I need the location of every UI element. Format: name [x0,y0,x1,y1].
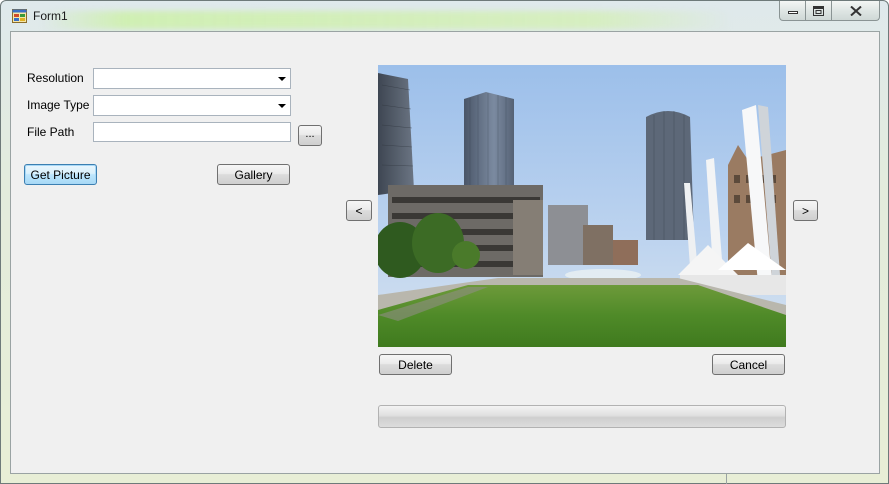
maximize-icon [813,5,824,16]
title-bar[interactable]: Form1 [1,1,888,31]
city-plaza-photo [378,65,786,347]
file-path-input[interactable] [93,122,291,142]
chevron-down-icon[interactable] [278,77,286,81]
gallery-button[interactable]: Gallery [217,164,290,185]
window-divider [726,474,727,484]
picture-box [378,65,786,347]
close-button[interactable] [832,1,880,21]
cancel-button[interactable]: Cancel [712,354,785,375]
next-image-button[interactable]: > [793,200,818,221]
resolution-combobox[interactable] [93,68,291,89]
image-type-combobox[interactable] [93,95,291,116]
resolution-label: Resolution [27,71,84,85]
browse-button[interactable]: ... [298,125,322,146]
title-bar-glow [41,11,731,29]
file-path-label: File Path [27,125,75,139]
windows-form-icon [12,9,27,23]
maximize-button[interactable] [806,1,832,21]
chevron-down-icon[interactable] [278,104,286,108]
caption-buttons [779,1,880,21]
close-icon [849,5,862,16]
minimize-icon [787,10,798,14]
previous-image-button[interactable]: < [346,200,372,221]
delete-button[interactable]: Delete [379,354,452,375]
minimize-button[interactable] [779,1,806,21]
progress-bar [378,405,786,428]
image-type-label: Image Type [27,98,90,112]
window-title: Form1 [33,9,68,23]
get-picture-button[interactable]: Get Picture [24,164,97,185]
